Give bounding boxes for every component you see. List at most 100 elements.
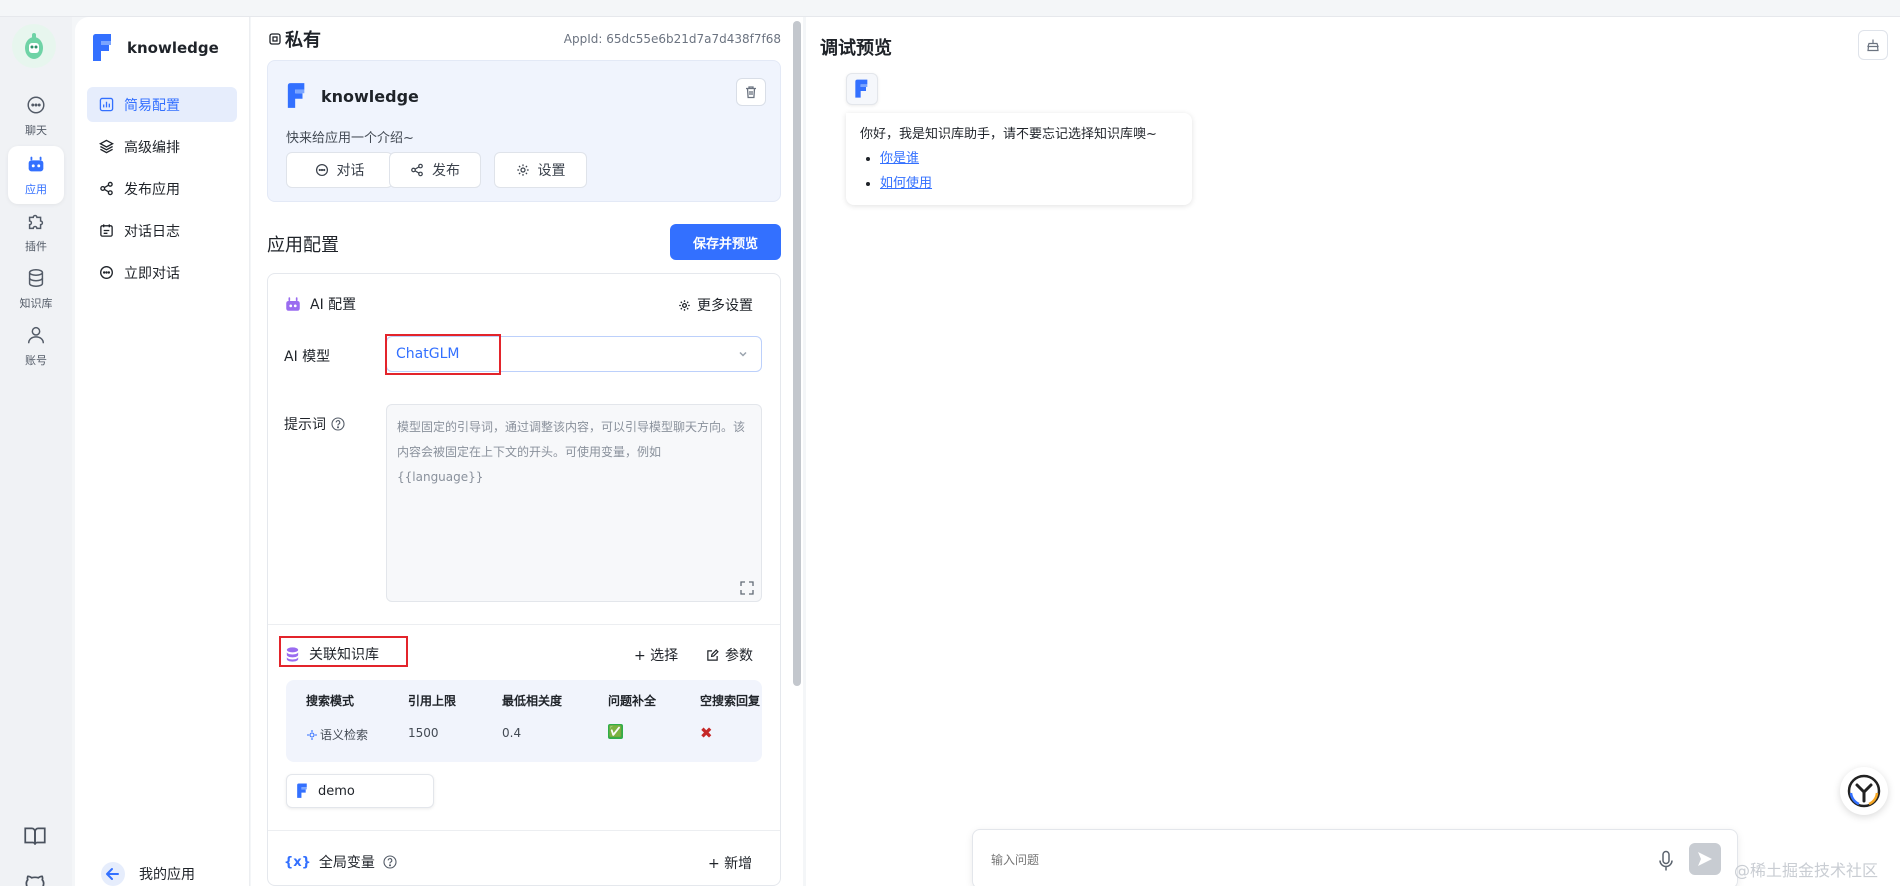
gear-icon — [516, 164, 529, 176]
kb-params-label: 参数 — [725, 648, 753, 664]
broom-icon — [1867, 39, 1879, 52]
back-to-my-apps[interactable]: 我的应用 — [101, 862, 195, 886]
send-button[interactable] — [1689, 843, 1721, 875]
brand-logo-icon — [1847, 774, 1881, 808]
kb-chip-label: demo — [318, 783, 355, 799]
github-icon — [25, 875, 45, 886]
rail-item-label: 聊天 — [25, 124, 47, 137]
visibility-title: 私有 — [269, 26, 321, 52]
settings-button-label: 设置 — [537, 163, 566, 179]
floating-assistant-button[interactable] — [1840, 767, 1888, 815]
kb-chip-demo[interactable]: demo — [286, 774, 434, 808]
visibility-label: 私有 — [285, 30, 321, 51]
left-icon-rail: 聊天 应用 插件 知识库 账号 — [0, 17, 72, 886]
kb-completion-value: ✅ — [608, 724, 623, 739]
layers-icon — [99, 139, 114, 154]
question-input[interactable] — [991, 848, 1591, 872]
chat-button[interactable]: 对话 — [286, 152, 393, 188]
chevron-down-icon — [739, 351, 747, 357]
vars-header-label: 全局变量 — [318, 855, 375, 871]
kb-mode-value: 语义检索 — [320, 728, 369, 742]
nav-item-chat-now[interactable]: 立即对话 — [87, 255, 237, 290]
expand-icon[interactable] — [739, 580, 755, 596]
kb-col-header: 引用上限 — [408, 694, 457, 708]
app-logo-icon — [287, 83, 305, 108]
window-top-strip — [0, 0, 1900, 17]
config-form: AI 配置 更多设置 AI 模型 ChatGLM 提示词 模型固定的引导词，通过… — [267, 273, 781, 886]
ai-config-header: AI 配置 — [284, 294, 356, 314]
gear-icon — [679, 299, 690, 311]
rail-item-label: 应用 — [25, 183, 47, 196]
prompt-textarea[interactable]: 模型固定的引导词，通过调整该内容，可以引导模型聊天方向。该内容会被固定在上下文的… — [386, 404, 762, 602]
github-button[interactable] — [22, 873, 48, 886]
more-settings-button[interactable]: 更多设置 — [678, 295, 753, 315]
rail-item-knowledge[interactable]: 知识库 — [8, 260, 64, 318]
config-panel: 私有 AppId: 65dc55e6b21d7a7d438f7f68 knowl… — [251, 17, 803, 886]
rail-item-label: 插件 — [25, 240, 47, 253]
nav-item-simple-config[interactable]: 简易配置 — [87, 87, 237, 122]
config-scrollbar[interactable] — [793, 21, 801, 686]
prompt-label: 提示词 — [284, 414, 345, 434]
quick-question-link[interactable]: 如何使用 — [880, 176, 932, 191]
app-card-title: knowledge — [286, 82, 419, 110]
semantic-icon — [307, 729, 317, 740]
arrow-left-icon — [101, 862, 125, 886]
app-logo-icon — [855, 79, 868, 98]
app-card-name: knowledge — [321, 86, 419, 106]
nav-item-publish[interactable]: 发布应用 — [87, 171, 237, 206]
chat-icon — [315, 163, 328, 177]
bot-greeting: 你好，我是知识库助手，请不要忘记选择知识库噢~ — [860, 127, 1157, 142]
rail-item-apps[interactable]: 应用 — [8, 146, 64, 204]
calendar-icon — [100, 224, 113, 237]
question-icon — [383, 855, 397, 869]
variable-icon: {x} — [284, 854, 311, 870]
add-variable-button[interactable]: + 新增 — [708, 853, 752, 873]
share-icon — [411, 163, 423, 177]
more-settings-label: 更多设置 — [697, 298, 753, 314]
ai-config-label: AI 配置 — [310, 297, 357, 313]
quick-question-link[interactable]: 你是谁 — [880, 151, 919, 166]
microphone-icon[interactable] — [1657, 850, 1675, 872]
app-logo-icon — [93, 34, 111, 61]
prompt-label-text: 提示词 — [284, 417, 326, 433]
preview-title: 调试预览 — [820, 38, 892, 59]
docs-button[interactable] — [22, 823, 48, 849]
user-icon — [27, 326, 45, 344]
robot-icon — [28, 156, 44, 172]
kb-select-button[interactable]: + 选择 — [634, 645, 678, 665]
app-config-title: 应用配置 — [267, 235, 339, 256]
rail-item-account[interactable]: 账号 — [8, 317, 64, 375]
vars-header: {x} 全局变量 — [284, 852, 397, 872]
chat-input-box — [972, 829, 1738, 886]
nav-item-label: 对话日志 — [124, 223, 180, 240]
watermark: @稀土掘金技术社区 — [1734, 861, 1879, 880]
kb-params-button[interactable]: 参数 — [706, 645, 753, 665]
publish-button[interactable]: 发布 — [389, 152, 481, 188]
bot-message-bubble: 你好，我是知识库助手，请不要忘记选择知识库噢~ 你是谁 如何使用 — [846, 113, 1192, 205]
edit-icon — [707, 648, 719, 661]
bot-avatar — [846, 73, 878, 105]
lock-box-icon — [269, 33, 281, 45]
app-id: AppId: 65dc55e6b21d7a7d438f7f68 — [563, 32, 781, 46]
delete-app-button[interactable] — [736, 78, 766, 106]
nav-item-logs[interactable]: 对话日志 — [87, 213, 237, 248]
save-and-preview-button[interactable]: 保存并预览 — [670, 224, 781, 260]
clear-chat-button[interactable] — [1858, 30, 1888, 60]
nav-item-advanced[interactable]: 高级编排 — [87, 129, 237, 164]
nav-item-label: 简易配置 — [124, 97, 180, 114]
app-nav-panel: knowledge 简易配置 高级编排 发布应用 对话日志 立即对话 我的应用 — [75, 17, 250, 886]
rail-item-plugins[interactable]: 插件 — [8, 203, 64, 261]
settings-button[interactable]: 设置 — [494, 152, 587, 188]
highlight-box-model — [385, 334, 501, 375]
kb-col-header: 空搜索回复 — [700, 694, 761, 708]
rail-item-chat[interactable]: 聊天 — [8, 87, 64, 145]
nav-item-label: 发布应用 — [124, 181, 180, 198]
bot-logo-icon — [25, 33, 43, 59]
kb-empty-reply-value: ✖ — [700, 724, 713, 742]
app-logo[interactable] — [12, 24, 56, 68]
rail-item-label: 账号 — [25, 354, 47, 367]
kb-col-header: 最低相关度 — [502, 694, 563, 708]
robot-icon — [286, 297, 300, 311]
puzzle-icon — [28, 214, 44, 230]
section-divider — [268, 624, 780, 625]
